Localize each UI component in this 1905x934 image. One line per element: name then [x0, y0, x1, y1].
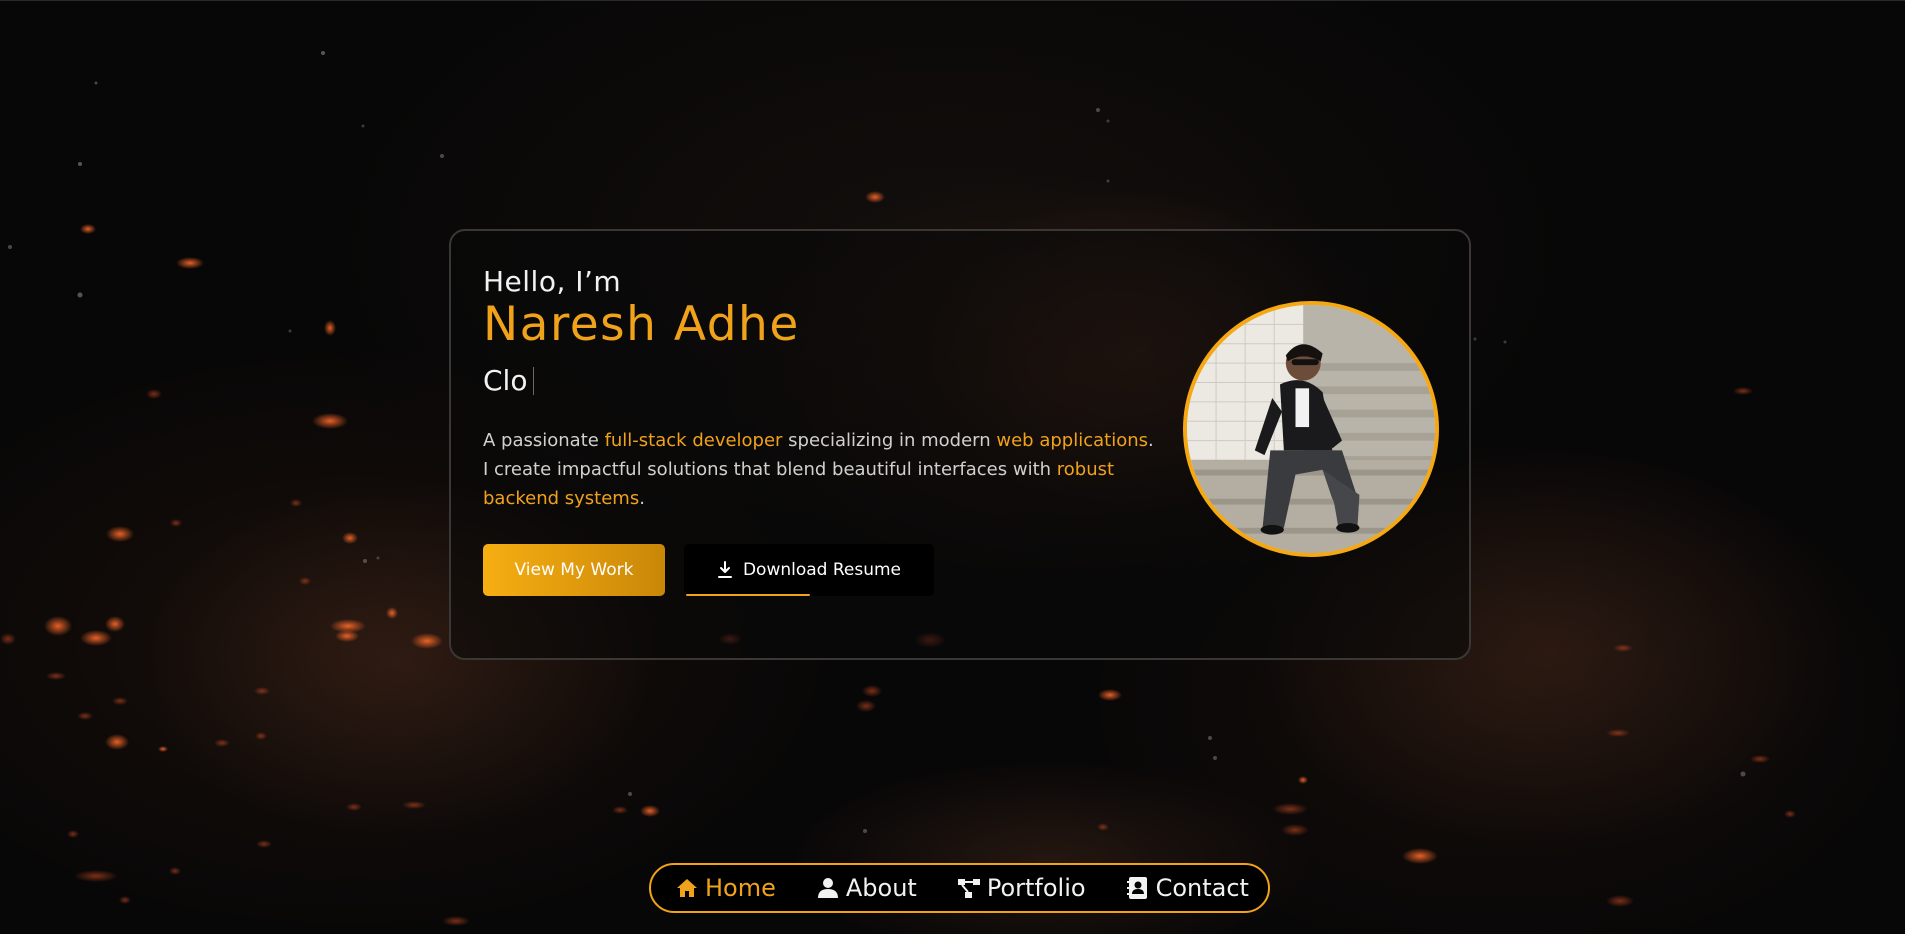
download-resume-label: Download Resume — [742, 560, 902, 580]
address-book-icon — [1126, 877, 1147, 899]
bottom-nav: Home About Portfolio Contact — [649, 863, 1270, 913]
view-my-work-button[interactable]: View My Work — [483, 544, 665, 596]
greeting-text: Hello, I’m — [483, 265, 622, 298]
hero-description: A passionate full-stack developer specia… — [483, 426, 1163, 513]
profile-photo-illustration — [1187, 305, 1435, 553]
highlight-web-apps: web applications — [996, 430, 1149, 451]
home-icon — [677, 879, 697, 897]
download-resume-button[interactable]: Download Resume — [684, 544, 934, 596]
nav-label-home: Home — [705, 874, 776, 902]
button-hover-underline — [686, 594, 810, 596]
highlight-full-stack: full-stack developer — [604, 430, 783, 451]
nav-label-contact: Contact — [1155, 874, 1249, 902]
download-icon — [717, 561, 732, 578]
page-background: Hello, I’m Naresh Adhe Clo A passionate … — [0, 0, 1905, 934]
project-diagram-icon — [957, 879, 980, 898]
typed-role-value: Clo — [483, 364, 528, 397]
nav-item-about[interactable]: About — [816, 874, 917, 902]
nav-label-about: About — [845, 874, 917, 902]
profile-photo — [1183, 301, 1439, 557]
description-text-4: . — [639, 488, 645, 509]
typing-caret — [533, 366, 535, 395]
typed-role-text: Clo — [483, 364, 535, 397]
hero-card: Hello, I’m Naresh Adhe Clo A passionate … — [449, 229, 1471, 660]
nav-item-portfolio[interactable]: Portfolio — [957, 874, 1086, 902]
user-icon — [817, 878, 838, 898]
nav-item-home[interactable]: Home — [675, 874, 776, 902]
nav-item-contact[interactable]: Contact — [1126, 874, 1249, 902]
description-text-1: A passionate — [483, 430, 605, 451]
description-text-2: specializing in modern — [782, 430, 997, 451]
nav-label-portfolio: Portfolio — [986, 874, 1086, 902]
hero-name: Naresh Adhe — [483, 297, 800, 352]
